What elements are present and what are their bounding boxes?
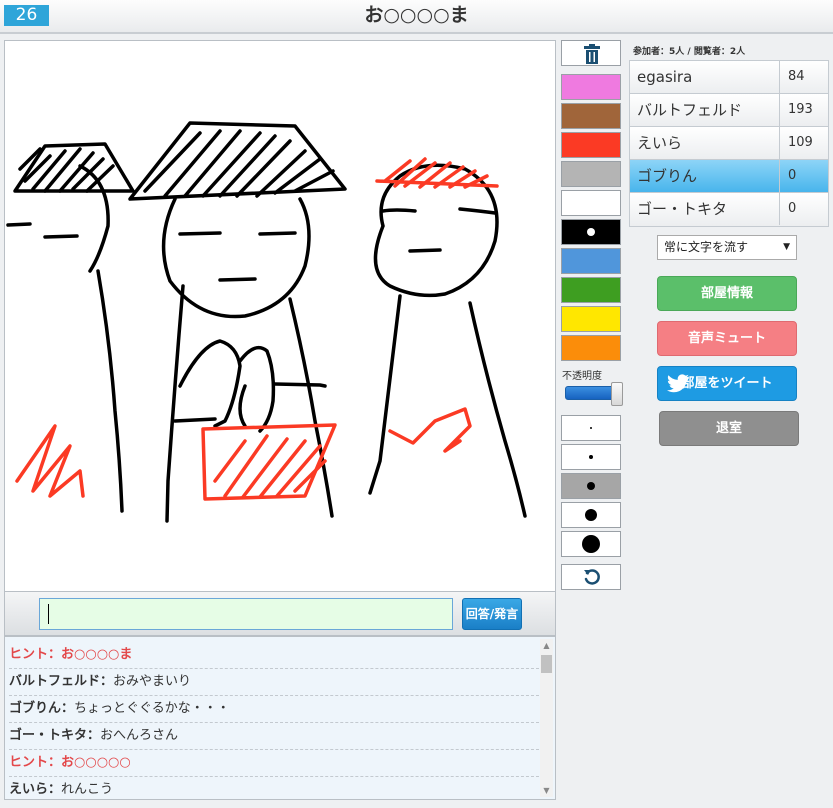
- brush-size-3[interactable]: [561, 473, 621, 499]
- player-score: 109: [779, 127, 829, 159]
- mute-audio-button[interactable]: 音声ミュート: [657, 321, 797, 356]
- text-flow-select[interactable]: 常に文字を流す ▼: [657, 235, 797, 260]
- text-flow-selected: 常に文字を流す: [664, 240, 749, 254]
- opacity-label: 不透明度: [562, 371, 602, 382]
- color-swatch-black[interactable]: [561, 219, 621, 245]
- tweet-room-label: 部屋をツイート: [681, 376, 773, 391]
- chat-line: ゴー・トキタ：おへんろさん: [9, 723, 539, 750]
- answer-submit-button[interactable]: 回答/発言: [462, 598, 522, 630]
- player-score: 0: [779, 160, 829, 192]
- chat-log: ヒント：お○○○○ま バルトフェルド：おみやまいり ゴブりん：ちょっとぐぐるかな…: [4, 636, 556, 800]
- brush-size-2[interactable]: [561, 444, 621, 470]
- color-swatch-orange[interactable]: [561, 335, 621, 361]
- player-name: ゴブりん: [637, 167, 698, 185]
- chat-message: ちょっとぐぐるかな・・・: [74, 701, 230, 716]
- chat-line: えいら：れんこう: [9, 777, 539, 799]
- player-row: えいら 109: [630, 127, 828, 160]
- scroll-down-icon[interactable]: ▼: [540, 784, 553, 797]
- player-row: ゴー・トキタ 0: [630, 193, 828, 226]
- color-swatch-red[interactable]: [561, 132, 621, 158]
- chat-speaker: バルトフェルド：: [9, 674, 114, 689]
- leave-room-button[interactable]: 退室: [659, 411, 799, 446]
- text-caret: [48, 604, 49, 624]
- brush-dot-icon: [585, 509, 597, 521]
- color-swatch-blue[interactable]: [561, 248, 621, 274]
- twitter-bird-icon: [667, 374, 689, 393]
- scroll-up-icon[interactable]: ▲: [540, 639, 553, 652]
- player-score: 193: [779, 94, 829, 126]
- chat-line: ヒント：お○○○○ま: [9, 642, 539, 669]
- color-swatch-gray[interactable]: [561, 161, 621, 187]
- chat-message: おへんろさん: [100, 728, 179, 743]
- chat-message: お○○○○ま: [61, 647, 133, 662]
- chat-speaker: ヒント：: [9, 647, 62, 662]
- player-name: egasira: [637, 68, 693, 86]
- player-row: egasira 84: [630, 61, 828, 94]
- color-swatch-white[interactable]: [561, 190, 621, 216]
- undo-button[interactable]: [561, 564, 621, 590]
- opacity-handle[interactable]: [611, 382, 623, 406]
- player-name: ゴー・トキタ: [637, 200, 728, 218]
- brush-size-5[interactable]: [561, 531, 621, 557]
- page-title: お○○○○ま: [364, 4, 469, 26]
- chat-message: れんこう: [61, 782, 114, 797]
- brush-dot-icon: [587, 482, 595, 490]
- color-swatch-brown[interactable]: [561, 103, 621, 129]
- opacity-track[interactable]: [565, 386, 617, 400]
- player-list: egasira 84 バルトフェルド 193 えいら 109 ゴブりん 0 ゴー…: [629, 60, 829, 227]
- color-swatch-green[interactable]: [561, 277, 621, 303]
- drawing-canvas[interactable]: [4, 40, 556, 592]
- brush-dot-icon: [590, 427, 592, 429]
- chat-message: お○○○○○: [61, 755, 131, 770]
- chat-speaker: ゴー・トキタ：: [9, 728, 101, 743]
- brush-size-4[interactable]: [561, 502, 621, 528]
- brush-size-1[interactable]: [561, 415, 621, 441]
- chat-line: ヒント：お○○○○○: [9, 750, 539, 777]
- selected-color-indicator: [587, 228, 595, 236]
- room-info-button[interactable]: 部屋情報: [657, 276, 797, 311]
- chevron-down-icon: ▼: [783, 242, 790, 252]
- player-row: ゴブりん 0: [630, 160, 828, 193]
- chat-speaker: えいら：: [9, 782, 62, 797]
- undo-icon: [584, 569, 600, 585]
- chat-line: ゴブりん：ちょっとぐぐるかな・・・: [9, 696, 539, 723]
- chat-line: バルトフェルド：おみやまいり: [9, 669, 539, 696]
- chat-message: おみやまいり: [113, 674, 192, 689]
- player-name: えいら: [637, 134, 683, 152]
- player-name: バルトフェルド: [637, 101, 743, 119]
- header-bar: 26 お○○○○ま: [0, 0, 833, 34]
- player-score: 84: [779, 61, 829, 93]
- answer-input[interactable]: [39, 598, 453, 630]
- player-row: バルトフェルド 193: [630, 94, 828, 127]
- chat-scrollbar[interactable]: ▲ ▼: [540, 639, 553, 797]
- brush-dot-icon: [589, 455, 593, 459]
- answer-bar: 回答/発言: [4, 592, 556, 636]
- drawing-strokes: [6, 121, 527, 523]
- opacity-slider[interactable]: [565, 382, 623, 406]
- brush-dot-icon: [582, 535, 600, 553]
- trash-icon: [584, 44, 600, 64]
- tweet-room-button[interactable]: 部屋をツイート: [657, 366, 797, 401]
- scroll-thumb[interactable]: [541, 655, 552, 673]
- chat-speaker: ゴブりん：: [9, 701, 75, 716]
- color-swatch-pink[interactable]: [561, 74, 621, 100]
- clear-canvas-button[interactable]: [561, 40, 621, 66]
- color-swatch-yellow[interactable]: [561, 306, 621, 332]
- chat-speaker: ヒント：: [9, 755, 62, 770]
- participant-counts: 参加者：5人 / 閲覧者：2人: [633, 47, 746, 57]
- player-score: 0: [779, 193, 829, 225]
